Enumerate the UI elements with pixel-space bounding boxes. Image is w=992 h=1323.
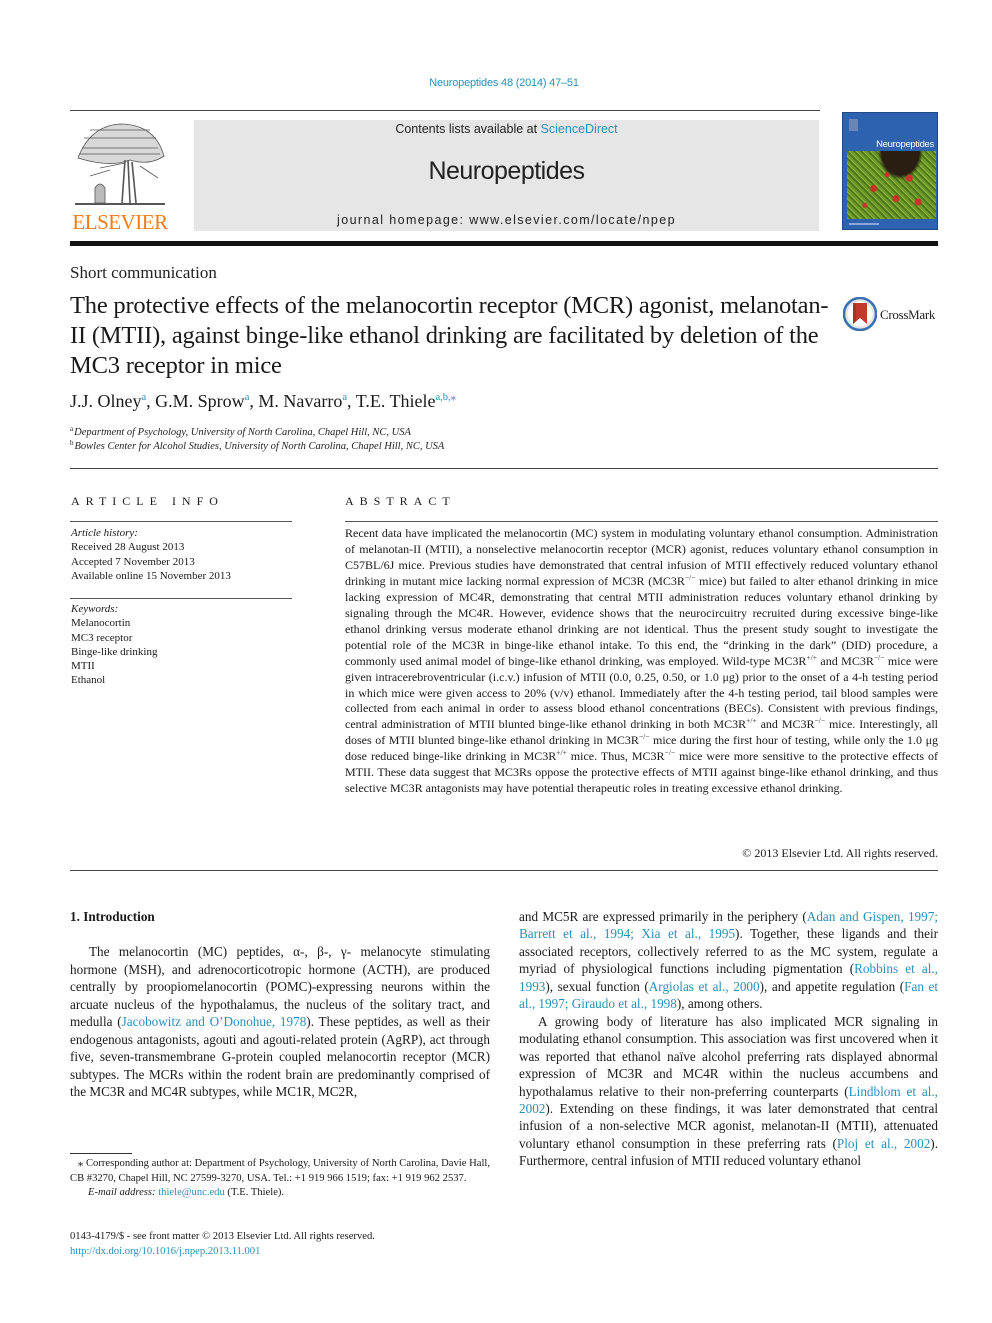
cover-footer-text: [849, 223, 879, 225]
genotype-superscript: −/−: [684, 572, 696, 582]
author-name[interactable]: J.J. Olney: [70, 391, 142, 411]
body-text: ), sexual function (: [545, 978, 649, 994]
article-info-heading: ARTICLE INFO: [71, 494, 224, 508]
body-paragraph: The melanocortin (MC) peptides, α-, β-, …: [70, 943, 490, 1100]
abstract-text-fragment: mice. Thus, MC3R: [566, 749, 665, 764]
sciencedirect-link[interactable]: ScienceDirect: [541, 122, 618, 136]
author-name[interactable]: G.M. Sprow: [155, 391, 245, 411]
author-list: J.J. Olneya, G.M. Sprowa, M. Navarroa, T…: [70, 391, 456, 411]
history-accepted: Accepted 7 November 2013: [71, 555, 195, 568]
affiliation-key: b: [70, 439, 74, 447]
header-thick-rule: [70, 241, 938, 246]
contents-prefix: Contents lists available at: [395, 122, 541, 136]
email-line: E-mail address: thiele@unc.edu (T.E. Thi…: [70, 1186, 490, 1201]
email-suffix: (T.E. Thiele).: [224, 1187, 285, 1198]
genotype-superscript: +/+: [806, 652, 817, 662]
footnote-rule: [70, 1153, 132, 1154]
journal-name: Neuropeptides: [428, 157, 585, 185]
affiliation-text: Bowles Center for Alcohol Studies, Unive…: [74, 441, 445, 452]
introduction-heading: 1. Introduction: [70, 909, 155, 924]
header-rule: [70, 110, 820, 111]
article-history: Article history: Received 28 August 2013…: [71, 526, 231, 583]
section-rule: [70, 870, 938, 871]
homepage-prefix: journal homepage:: [337, 213, 470, 227]
history-received: Received 28 August 2013: [71, 541, 185, 554]
article-info-rule: [70, 521, 292, 522]
front-matter: 0143-4179/$ - see front matter © 2013 El…: [70, 1230, 375, 1259]
homepage-url-link[interactable]: www.elsevier.com/locate/npep: [469, 213, 676, 227]
body-paragraph: and MC5R are expressed primarily in the …: [519, 908, 938, 1013]
citation-link[interactable]: Ploj et al., 2002: [837, 1136, 930, 1151]
keywords-list: Keywords: Melanocortin MC3 receptor Bing…: [71, 602, 157, 688]
article-type: Short communication: [70, 263, 217, 282]
body-text: and MC5R are expressed primarily in the …: [519, 909, 807, 924]
abstract-text-fragment: and MC3R: [756, 717, 815, 732]
cover-publisher-icon: [849, 119, 858, 131]
corresponding-author-footnote: ⁎ Corresponding author at: Department of…: [70, 1157, 490, 1201]
cover-micrograph-image: [847, 151, 936, 219]
genotype-superscript: −/−: [638, 732, 650, 742]
genotype-superscript: −/−: [664, 748, 676, 758]
keyword: Melanocortin: [71, 617, 131, 630]
keywords-label: Keywords:: [71, 603, 119, 615]
body-paragraph: A growing body of literature has also im…: [519, 1013, 938, 1170]
article-info-rule: [70, 598, 292, 599]
genotype-superscript: −/−: [873, 652, 885, 662]
keyword: MC3 receptor: [71, 631, 133, 644]
journal-cover-thumbnail[interactable]: Neuropeptides: [842, 112, 938, 230]
journal-reference-link[interactable]: Neuropeptides 48 (2014) 47–51: [0, 77, 992, 89]
author-affiliation-link[interactable]: a: [142, 392, 147, 403]
author-affiliation-link[interactable]: a: [245, 392, 250, 403]
journal-banner: Contents lists available at ScienceDirec…: [194, 120, 819, 231]
keyword: Ethanol: [71, 674, 106, 687]
genotype-superscript: +/+: [746, 716, 757, 726]
affiliation-text: Department of Psychology, University of …: [74, 427, 411, 438]
citation-link[interactable]: Argiolas et al., 2000: [649, 979, 760, 994]
author-affiliation-link[interactable]: a,b,⁎: [436, 392, 456, 403]
abstract-text-fragment: and MC3R: [816, 653, 874, 668]
issn-line: 0143-4179/$ - see front matter © 2013 El…: [70, 1231, 375, 1242]
keyword: Binge-like drinking: [71, 645, 158, 658]
article-title: The protective effects of the melanocort…: [70, 292, 829, 379]
doi-link[interactable]: http://dx.doi.org/10.1016/j.npep.2013.11…: [70, 1245, 375, 1260]
body-text: ), among others.: [676, 996, 763, 1012]
keyword: MTII: [71, 660, 95, 673]
body-text: ), and appetite regulation (: [759, 978, 905, 994]
body-column-left: 1. Introduction The melanocortin (MC) pe…: [70, 908, 490, 1101]
contents-line: Contents lists available at ScienceDirec…: [194, 122, 819, 136]
genotype-superscript: +/+: [556, 748, 567, 758]
author-name[interactable]: M. Navarro: [258, 391, 342, 411]
elsevier-tree-icon: [70, 118, 170, 210]
email-link[interactable]: thiele@unc.edu: [158, 1187, 225, 1198]
affiliation: bBowles Center for Alcohol Studies, Univ…: [70, 439, 444, 452]
abstract-copyright: © 2013 Elsevier Ltd. All rights reserved…: [742, 846, 938, 860]
history-online: Available online 15 November 2013: [71, 569, 231, 582]
body-column-right: and MC5R are expressed primarily in the …: [519, 908, 938, 1170]
elsevier-logo[interactable]: ELSEVIER: [70, 118, 170, 234]
genotype-superscript: −/−: [814, 716, 826, 726]
article-history-label: Article history:: [71, 527, 138, 539]
abstract-rule: [345, 521, 938, 522]
author-name[interactable]: T.E. Thiele: [356, 391, 436, 411]
crossmark-icon: [843, 297, 877, 331]
crossmark-label: CrossMark: [880, 307, 936, 322]
abstract-heading: ABSTRACT: [345, 494, 456, 508]
author-affiliation-link[interactable]: a: [342, 392, 347, 403]
elsevier-wordmark: ELSEVIER: [72, 210, 168, 234]
cover-title: Neuropeptides: [876, 139, 934, 150]
corresponding-author-text: ⁎ Corresponding author at: Department of…: [70, 1158, 490, 1184]
abstract-text: Recent data have implicated the melanoco…: [345, 526, 938, 797]
section-rule: [70, 468, 938, 469]
journal-homepage: journal homepage: www.elsevier.com/locat…: [194, 213, 819, 227]
affiliation: aDepartment of Psychology, University of…: [70, 425, 411, 438]
citation-link[interactable]: Jacobowitz and O’Donohue, 1978: [122, 1014, 307, 1029]
email-label: E-mail address:: [88, 1187, 159, 1198]
affiliation-key: a: [70, 425, 74, 433]
crossmark-button[interactable]: CrossMark: [843, 297, 943, 333]
